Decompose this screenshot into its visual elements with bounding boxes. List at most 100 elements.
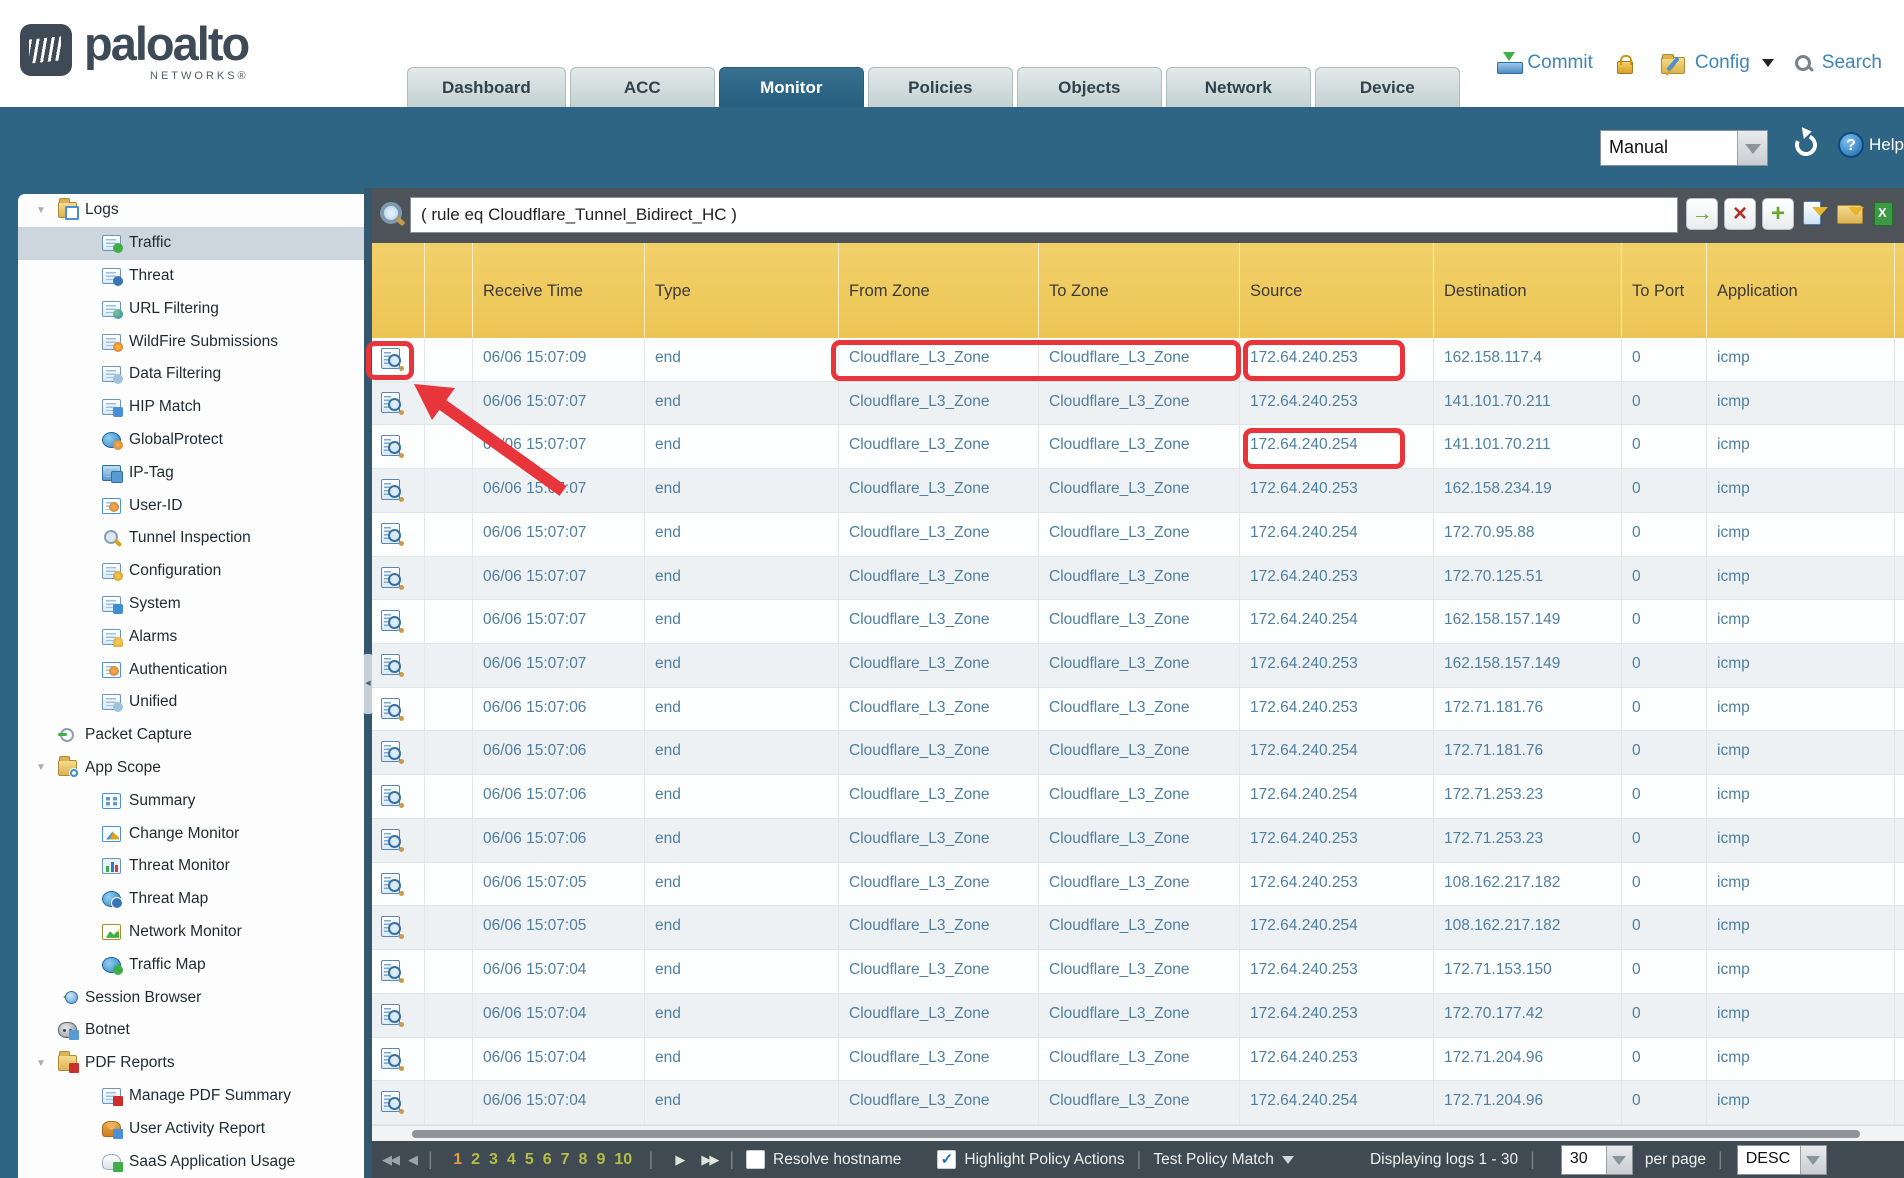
sidebar-item-user-activity-report[interactable]: User Activity Report [18, 1112, 364, 1145]
filter-builder-icon[interactable] [1800, 199, 1830, 229]
sidebar-item-saas-application-usage[interactable]: SaaS Application Usage [18, 1145, 364, 1178]
sidebar-item-session-browser[interactable]: Session Browser [18, 981, 364, 1014]
col-header-destination[interactable]: Destination [1433, 243, 1621, 338]
sidebar-item-alarms[interactable]: Alarms [18, 620, 364, 653]
scrollbar-thumb[interactable] [412, 1130, 1860, 1138]
expand-caret-icon[interactable]: ▼ [36, 1058, 58, 1069]
sidebar-item-user-id[interactable]: User-ID [18, 489, 364, 522]
log-detail-icon[interactable] [381, 1004, 400, 1025]
sidebar-item-traffic[interactable]: Traffic [18, 227, 364, 260]
log-detail-icon[interactable] [381, 610, 400, 631]
sidebar-item-url-filtering[interactable]: URL Filtering [18, 292, 364, 325]
page-number-3[interactable]: 3 [489, 1151, 498, 1169]
help-link[interactable]: Help [1869, 135, 1904, 155]
log-detail-icon[interactable] [381, 916, 400, 937]
sidebar-item-wildfire-submissions[interactable]: WildFire Submissions [18, 325, 364, 358]
page-number-4[interactable]: 4 [507, 1151, 516, 1169]
col-header-to-zone[interactable]: To Zone [1038, 243, 1239, 338]
sidebar-item-system[interactable]: System [18, 588, 364, 621]
sidebar-item-threat[interactable]: Threat [18, 260, 364, 293]
sidebar-item-hip-match[interactable]: HIP Match [18, 391, 364, 424]
sidebar-item-change-monitor[interactable]: Change Monitor [18, 817, 364, 850]
search-icon[interactable] [1794, 54, 1814, 74]
first-page-button[interactable]: ◀◀ [382, 1152, 398, 1168]
log-detail-icon[interactable] [381, 873, 400, 894]
col-header-from-zone[interactable]: From Zone [838, 243, 1038, 338]
log-detail-icon[interactable] [381, 829, 400, 850]
sidebar-item-configuration[interactable]: Configuration [18, 555, 364, 588]
tab-device[interactable]: Device [1315, 67, 1460, 107]
refresh-mode-select[interactable]: Manual [1600, 130, 1768, 166]
log-detail-icon[interactable] [381, 698, 400, 719]
sidebar-item-logs[interactable]: ▼Logs [18, 194, 364, 227]
next-page-button[interactable]: ▶ [675, 1152, 683, 1168]
sidebar-item-threat-monitor[interactable]: Threat Monitor [18, 850, 364, 883]
col-header-receive-time[interactable]: Receive Time [472, 243, 644, 338]
sidebar-item-tunnel-inspection[interactable]: Tunnel Inspection [18, 522, 364, 555]
log-detail-icon[interactable] [381, 654, 400, 675]
tab-monitor[interactable]: Monitor [719, 67, 864, 107]
tab-policies[interactable]: Policies [868, 67, 1013, 107]
commit-link[interactable]: Commit [1527, 52, 1592, 74]
sidebar-item-data-filtering[interactable]: Data Filtering [18, 358, 364, 391]
col-header-application[interactable]: Application [1706, 243, 1894, 338]
horizontal-scrollbar[interactable] [372, 1125, 1904, 1141]
sidebar-item-ip-tag[interactable]: IP-Tag [18, 456, 364, 489]
col-header-a[interactable]: A [1894, 243, 1904, 338]
sidebar-item-summary[interactable]: Summary [18, 784, 364, 817]
tab-objects[interactable]: Objects [1017, 67, 1162, 107]
page-number-2[interactable]: 2 [471, 1151, 480, 1169]
sidebar-item-network-monitor[interactable]: Network Monitor [18, 916, 364, 949]
log-detail-icon[interactable] [381, 785, 400, 806]
col-header-blank-0[interactable] [372, 243, 424, 338]
tab-network[interactable]: Network [1166, 67, 1311, 107]
log-detail-icon[interactable] [381, 567, 400, 588]
page-number-9[interactable]: 9 [596, 1151, 605, 1169]
sidebar-item-authentication[interactable]: Authentication [18, 653, 364, 686]
add-filter-button[interactable]: + [1762, 198, 1794, 230]
page-number-5[interactable]: 5 [525, 1151, 534, 1169]
log-detail-icon[interactable] [381, 1091, 400, 1112]
sidebar-item-pdf-reports[interactable]: ▼PDF Reports [18, 1047, 364, 1080]
refresh-icon[interactable] [1792, 131, 1820, 159]
page-number-1[interactable]: 1 [453, 1151, 462, 1169]
config-caret-icon[interactable] [1762, 59, 1774, 73]
log-detail-icon[interactable] [381, 348, 400, 369]
sidebar-item-botnet[interactable]: Botnet [18, 1014, 364, 1047]
expand-caret-icon[interactable]: ▼ [36, 205, 58, 216]
col-header-type[interactable]: Type [644, 243, 838, 338]
filter-query-input[interactable] [410, 197, 1678, 233]
help-icon[interactable]: ? [1838, 132, 1864, 158]
highlight-policy-checkbox[interactable]: ✓ [937, 1150, 956, 1169]
sidebar-item-app-scope[interactable]: ▼App Scope [18, 752, 364, 785]
refresh-mode-caret-icon[interactable] [1737, 131, 1767, 165]
tab-acc[interactable]: ACC [570, 67, 715, 107]
log-detail-icon[interactable] [381, 523, 400, 544]
page-number-7[interactable]: 7 [561, 1151, 570, 1169]
log-detail-icon[interactable] [381, 392, 400, 413]
sidebar-item-threat-map[interactable]: Threat Map [18, 883, 364, 916]
load-filter-icon[interactable] [1836, 199, 1866, 229]
col-header-source[interactable]: Source [1239, 243, 1433, 338]
prev-page-button[interactable]: ◀ [408, 1152, 416, 1168]
log-detail-icon[interactable] [381, 435, 400, 456]
config-icon[interactable] [1661, 57, 1685, 74]
sidebar-item-unified[interactable]: Unified [18, 686, 364, 719]
log-detail-icon[interactable] [381, 741, 400, 762]
page-number-6[interactable]: 6 [543, 1151, 552, 1169]
search-link[interactable]: Search [1822, 52, 1882, 74]
log-detail-icon[interactable] [381, 1048, 400, 1069]
export-logs-icon[interactable] [1872, 199, 1902, 229]
col-header-to-port[interactable]: To Port [1621, 243, 1706, 338]
sort-order-select[interactable]: DESC [1737, 1145, 1827, 1175]
sidebar-item-globalprotect[interactable]: GlobalProtect [18, 424, 364, 457]
expand-caret-icon[interactable]: ▼ [36, 762, 58, 773]
resolve-hostname-checkbox[interactable] [746, 1150, 765, 1169]
per-page-select[interactable]: 30 [1561, 1145, 1633, 1175]
test-policy-match-button[interactable]: Test Policy Match [1153, 1149, 1294, 1170]
sidebar-item-packet-capture[interactable]: Packet Capture [18, 719, 364, 752]
apply-filter-button[interactable]: → [1686, 198, 1718, 230]
sidebar-splitter[interactable]: ◀ [364, 188, 372, 1178]
config-link[interactable]: Config [1695, 52, 1750, 74]
tab-dashboard[interactable]: Dashboard [407, 67, 566, 107]
